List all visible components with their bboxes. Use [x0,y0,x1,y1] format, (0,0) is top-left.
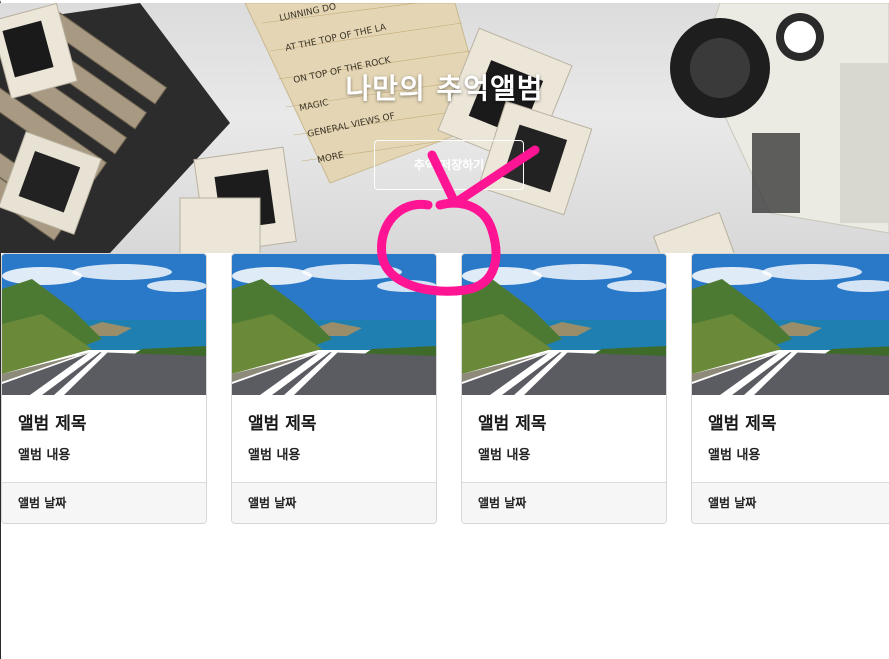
album-card-text: 앨범 내용 [478,448,531,463]
album-card-text: 앨범 내용 [708,448,761,463]
album-card[interactable]: 앨범 제목 앨범 내용 앨범 날짜 [1,253,207,524]
album-card-text: 앨범 내용 [248,448,301,463]
album-card-image [2,254,206,395]
album-card-text: 앨범 내용 [18,448,71,463]
hero-banner: LUNNING DO AT THE TOP OF THE LA ON TOP O… [0,3,889,253]
album-card-image [462,254,666,395]
album-card-list: 앨범 제목 앨범 내용 앨범 날짜 앨범 제목 앨범 내용 앨범 날짜 앨범 제… [0,253,889,525]
album-card-body: 앨범 제목 앨범 내용 [692,395,889,482]
album-card-body: 앨범 제목 앨범 내용 [232,395,436,482]
album-card-title: 앨범 제목 [18,414,87,434]
album-card[interactable]: 앨범 제목 앨범 내용 앨범 날짜 [461,253,667,524]
projector-icon [670,3,889,234]
hero-background-photo: LUNNING DO AT THE TOP OF THE LA ON TOP O… [0,3,889,253]
album-card-body: 앨범 제목 앨범 내용 [462,395,666,482]
album-card-title: 앨범 제목 [248,414,317,434]
album-card-title: 앨범 제목 [478,414,547,434]
album-card[interactable]: 앨범 제목 앨범 내용 앨범 날짜 [231,253,437,524]
save-memory-button[interactable]: 추억 저장하기 [374,140,524,190]
album-card-date: 앨범 날짜 [462,482,666,523]
album-card-image [232,254,436,395]
album-card-date: 앨범 날짜 [232,482,436,523]
road-landscape-icon [462,254,666,395]
album-card[interactable]: 앨범 제목 앨범 내용 앨범 날짜 [691,253,889,524]
road-landscape-icon [692,254,889,395]
album-card-date: 앨범 날짜 [2,482,206,523]
album-card-body: 앨범 제목 앨범 내용 [2,395,206,482]
album-card-title: 앨범 제목 [708,414,777,434]
road-landscape-icon [2,254,206,395]
hero-title: 나만의 추억앨범 [345,72,544,105]
album-card-date: 앨범 날짜 [692,482,889,523]
road-landscape-icon [232,254,436,395]
album-card-image [692,254,889,395]
